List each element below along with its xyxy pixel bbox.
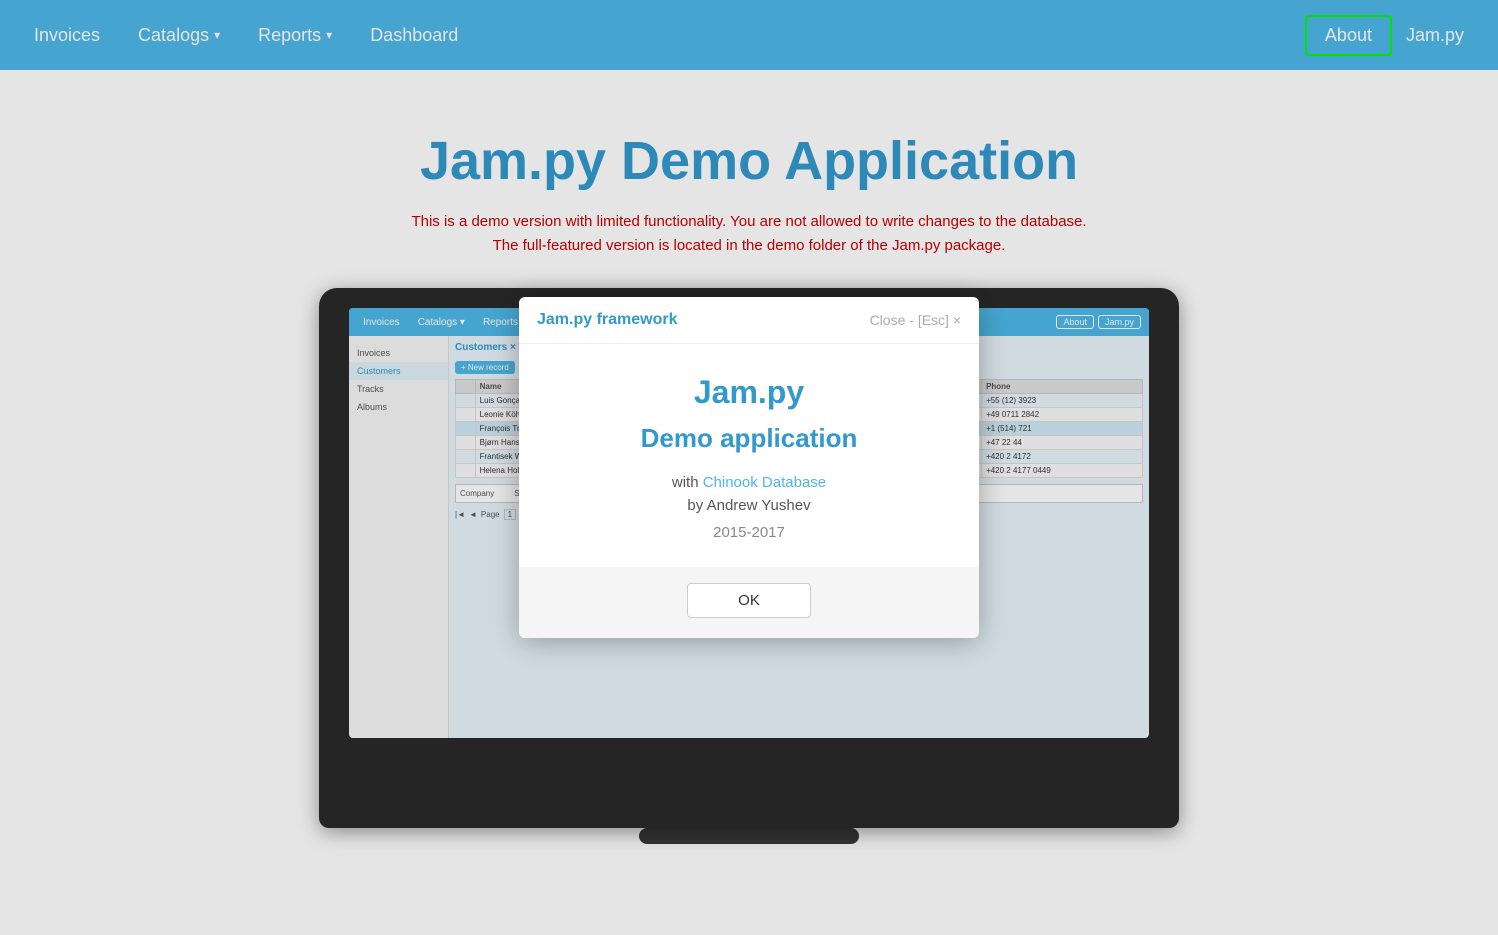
modal-year: 2015-2017 — [539, 524, 959, 541]
modal-overlay: Jam.py framework Close - [Esc] × Jam.py … — [0, 0, 1498, 935]
modal-app-subtitle: Demo application — [539, 423, 959, 454]
modal-with-line: with Chinook Database — [539, 474, 959, 491]
modal-framework-title: Jam.py framework — [537, 311, 678, 329]
modal-dialog: Jam.py framework Close - [Esc] × Jam.py … — [519, 297, 979, 638]
modal-app-title: Jam.py — [539, 374, 959, 411]
modal-with-prefix: with — [672, 474, 703, 491]
modal-body: Jam.py Demo application with Chinook Dat… — [519, 344, 979, 567]
modal-db-link[interactable]: Chinook Database — [703, 474, 826, 491]
modal-ok-button[interactable]: OK — [687, 583, 811, 618]
modal-footer: OK — [519, 567, 979, 638]
modal-header: Jam.py framework Close - [Esc] × — [519, 297, 979, 344]
modal-by-line: by Andrew Yushev — [539, 497, 959, 514]
modal-close-button[interactable]: Close - [Esc] × — [870, 312, 961, 328]
